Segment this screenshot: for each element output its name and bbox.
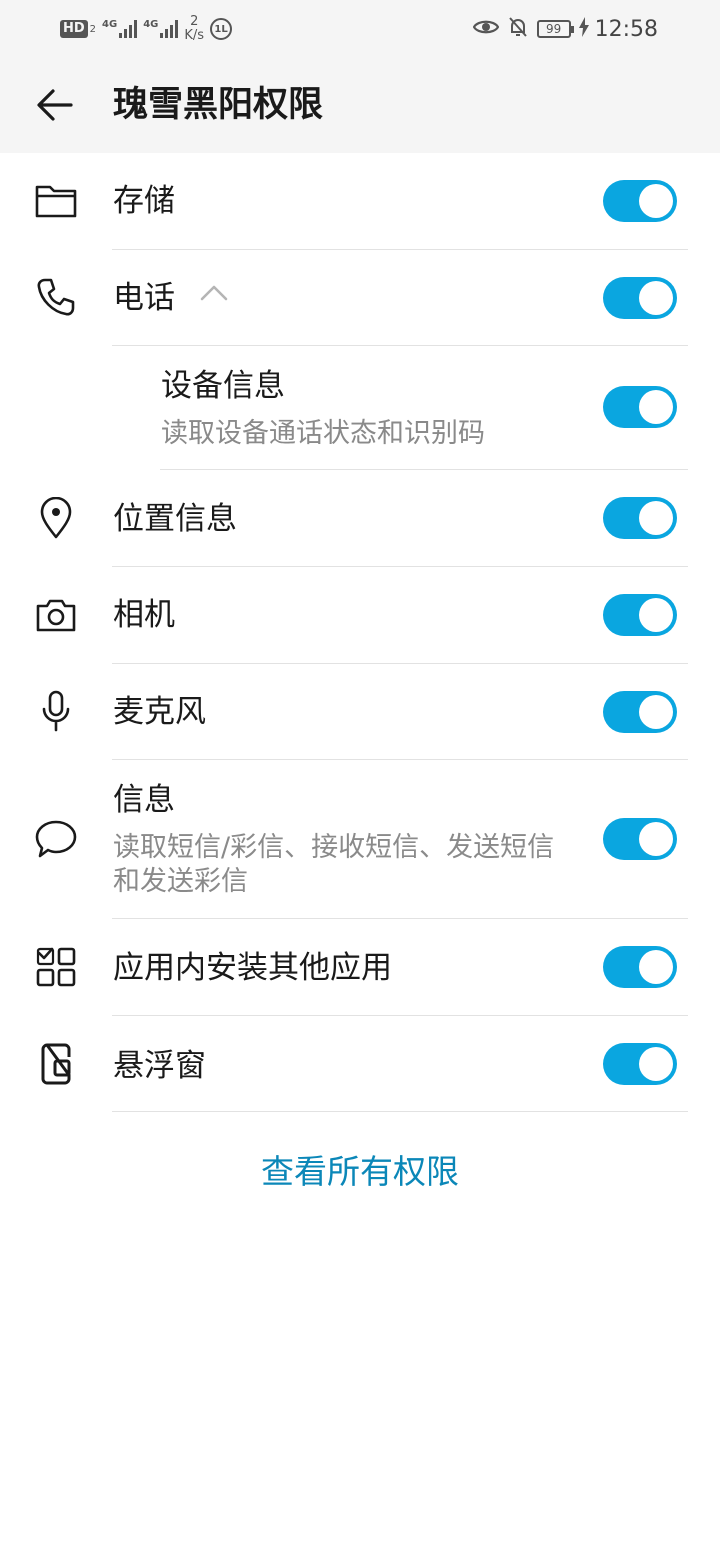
permission-title: 应用内安装其他应用 xyxy=(113,950,392,986)
permission-title: 设备信息 xyxy=(161,368,285,404)
storage-toggle[interactable] xyxy=(603,180,677,222)
battery-icon: 99 xyxy=(536,20,574,38)
permission-description: 读取短信/彩信、接收短信、发送短信和发送彩信 xyxy=(113,832,555,897)
toggle-knob xyxy=(639,390,673,424)
data-saver-icon: 1L xyxy=(210,18,233,40)
permission-description: 读取设备通话状态和识别码 xyxy=(161,418,485,449)
permission-title: 信息 xyxy=(113,782,175,818)
clock: 12:58 xyxy=(594,16,658,42)
location-pin-icon xyxy=(33,495,79,541)
divider xyxy=(112,1111,688,1112)
status-left: HD 2 4G 4G 2 K/s 1L xyxy=(60,12,233,46)
toggle-knob xyxy=(639,1047,673,1081)
message-bubble-icon xyxy=(33,816,79,862)
permission-title: 电话 xyxy=(113,280,175,316)
permission-title: 相机 xyxy=(113,597,175,633)
permission-row-microphone[interactable]: 麦克风 xyxy=(0,664,720,759)
page-title: 瑰雪黑阳权限 xyxy=(113,85,324,125)
folder-icon xyxy=(33,178,79,224)
status-right: 99 12:58 xyxy=(472,12,658,46)
toggle-knob xyxy=(639,950,673,984)
toggle-knob xyxy=(639,822,673,856)
device-info-toggle[interactable] xyxy=(603,386,677,428)
permission-title: 悬浮窗 xyxy=(113,1048,206,1084)
toggle-knob xyxy=(639,598,673,632)
eye-comfort-icon xyxy=(472,17,499,41)
back-button[interactable] xyxy=(28,78,82,132)
messages-toggle[interactable] xyxy=(603,818,677,860)
app-install-icon xyxy=(33,944,79,990)
status-bar: HD 2 4G 4G 2 K/s 1L 99 12:58 xyxy=(0,0,720,56)
network-type-label: 4G xyxy=(143,19,159,30)
toggle-knob xyxy=(639,184,673,218)
toggle-knob xyxy=(639,695,673,729)
permission-row-storage[interactable]: 存储 xyxy=(0,153,720,249)
permission-row-location[interactable]: 位置信息 xyxy=(0,470,720,566)
mute-bell-icon xyxy=(507,16,529,42)
permission-title: 麦克风 xyxy=(113,694,206,730)
charging-icon xyxy=(578,17,589,41)
arrow-left-icon xyxy=(37,89,73,121)
camera-toggle[interactable] xyxy=(603,594,677,636)
app-header: 瑰雪黑阳权限 xyxy=(0,56,720,153)
toggle-knob xyxy=(639,501,673,535)
permission-row-device-info[interactable]: 设备信息 读取设备通话状态和识别码 xyxy=(0,346,720,469)
network-speed-value: 2 xyxy=(190,14,199,29)
hd-sim-index: 2 xyxy=(89,23,97,35)
signal-1-icon: 4G xyxy=(102,19,138,38)
floating-window-toggle[interactable] xyxy=(603,1043,677,1085)
chevron-up-icon[interactable] xyxy=(200,282,228,302)
hd-voice-icon: HD xyxy=(60,20,88,38)
signal-2-icon: 4G xyxy=(143,19,179,38)
microphone-icon xyxy=(33,688,79,734)
permission-title: 位置信息 xyxy=(113,501,237,537)
install-apps-toggle[interactable] xyxy=(603,946,677,988)
microphone-toggle[interactable] xyxy=(603,691,677,733)
network-speed-unit: K/s xyxy=(184,28,205,43)
permission-row-floating-window[interactable]: 悬浮窗 xyxy=(0,1016,720,1112)
permission-row-messages[interactable]: 信息 读取短信/彩信、接收短信、发送短信和发送彩信 xyxy=(0,760,720,918)
floating-window-icon xyxy=(33,1041,79,1087)
network-speed: 2 K/s xyxy=(184,15,204,43)
permission-title: 存储 xyxy=(113,183,175,219)
camera-icon xyxy=(33,592,79,638)
toggle-knob xyxy=(639,281,673,315)
permission-row-install-apps[interactable]: 应用内安装其他应用 xyxy=(0,919,720,1015)
location-toggle[interactable] xyxy=(603,497,677,539)
phone-icon xyxy=(33,274,79,320)
view-all-permissions-link[interactable]: 查看所有权限 xyxy=(0,1150,720,1194)
network-type-label: 4G xyxy=(102,19,118,30)
permission-row-camera[interactable]: 相机 xyxy=(0,567,720,663)
phone-toggle[interactable] xyxy=(603,277,677,319)
permission-row-phone[interactable]: 电话 xyxy=(0,250,720,345)
